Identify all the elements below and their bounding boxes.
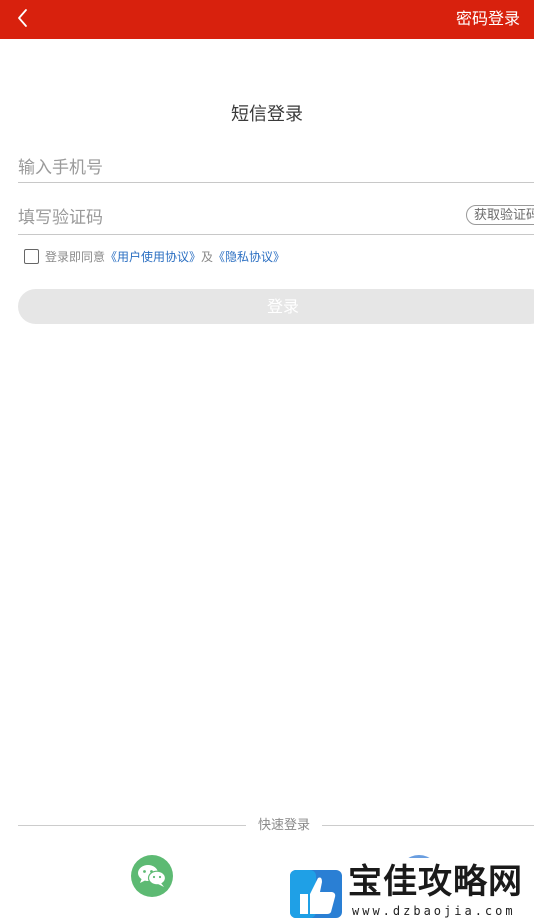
privacy-link[interactable]: 《隐私协议》 bbox=[213, 250, 285, 264]
page-title: 短信登录 bbox=[231, 104, 303, 125]
agree-checkbox[interactable] bbox=[24, 249, 39, 264]
back-button[interactable] bbox=[10, 6, 38, 32]
quick-login-label: 快速登录 bbox=[257, 818, 310, 833]
chevron-left-icon bbox=[18, 9, 27, 27]
wechat-icon bbox=[138, 865, 167, 887]
verification-code-input[interactable] bbox=[18, 204, 438, 232]
divider-line-left bbox=[18, 825, 246, 826]
quick-login-divider: 快速登录 bbox=[18, 817, 534, 835]
header-bar: 密码登录 bbox=[0, 0, 534, 39]
phone-field bbox=[18, 154, 534, 183]
user-agreement-link[interactable]: 《用户使用协议》 bbox=[105, 250, 201, 264]
code-field: 获取验证码 bbox=[18, 204, 534, 235]
password-login-link[interactable]: 密码登录 bbox=[456, 8, 520, 30]
phone-input[interactable] bbox=[18, 154, 438, 182]
watermark-url: www.dzbaojia.com bbox=[352, 904, 516, 918]
watermark: 宝佳攻略网 www.dzbaojia.com bbox=[284, 858, 534, 924]
divider-line-right bbox=[322, 825, 534, 826]
login-button[interactable]: 登录 bbox=[18, 289, 534, 324]
wechat-login-button[interactable] bbox=[131, 855, 173, 897]
thumbs-up-logo-icon bbox=[290, 870, 342, 918]
get-code-button[interactable]: 获取验证码 bbox=[466, 205, 534, 225]
agree-conjunction-text: 及 bbox=[201, 250, 214, 264]
watermark-title: 宝佳攻略网 bbox=[348, 862, 523, 902]
agree-prefix-text: 登录即同意 bbox=[45, 250, 106, 264]
agreement-row: 登录即同意《用户使用协议》及《隐私协议》 bbox=[24, 248, 285, 266]
